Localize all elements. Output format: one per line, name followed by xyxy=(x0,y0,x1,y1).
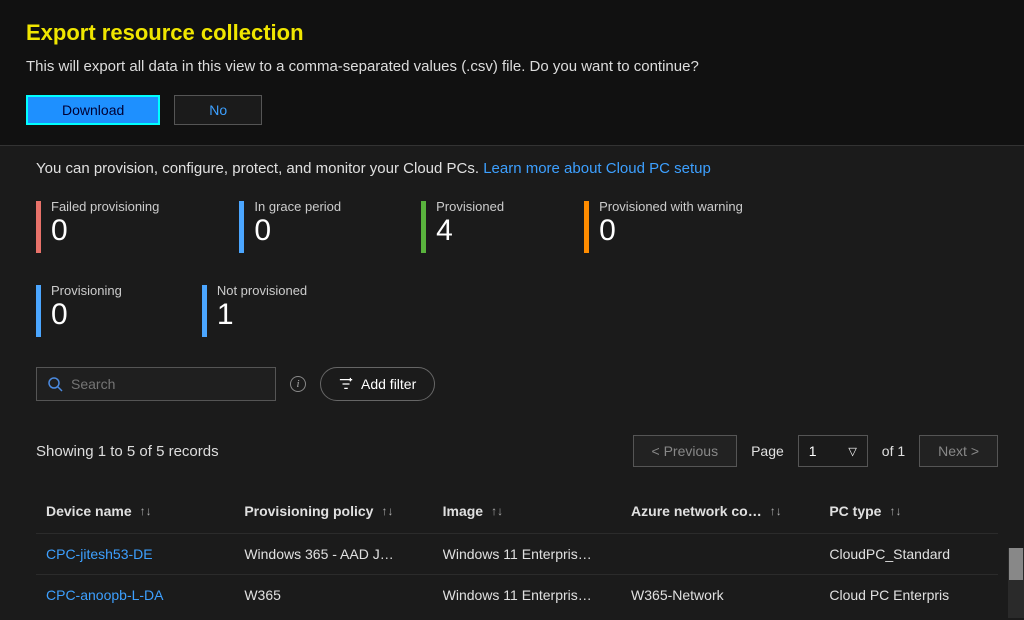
page-select[interactable]: 1 ▽ xyxy=(798,435,868,467)
page-label: Page xyxy=(751,443,784,459)
stat-label: Failed provisioning xyxy=(51,199,159,214)
page-value: 1 xyxy=(809,443,817,459)
main-panel: You can provision, configure, protect, a… xyxy=(0,146,1024,615)
pager-row: Showing 1 to 5 of 5 records < Previous P… xyxy=(36,435,998,467)
pager: < Previous Page 1 ▽ of 1 Next > xyxy=(633,435,998,467)
table-row[interactable]: CPC-anoopb-L-DA W365 Windows 11 Enterpri… xyxy=(36,574,998,615)
stats-row-1: Failed provisioning 0 In grace period 0 … xyxy=(36,199,998,253)
device-link[interactable]: CPC-jitesh53-DE xyxy=(46,546,153,562)
th-image[interactable]: Image ↑↓ xyxy=(443,503,631,519)
th-label: PC type xyxy=(829,503,881,519)
scrollbar[interactable] xyxy=(1008,548,1024,618)
table-body: CPC-jitesh53-DE Windows 365 - AAD J… Win… xyxy=(36,533,998,615)
th-provisioning-policy[interactable]: Provisioning policy ↑↓ xyxy=(244,503,442,519)
stat-provisioned[interactable]: Provisioned 4 xyxy=(421,199,504,253)
no-button[interactable]: No xyxy=(174,95,262,125)
stat-bar-icon xyxy=(584,201,589,253)
cell-image: Windows 11 Enterpris… xyxy=(443,587,631,603)
cell-pctype: Cloud PC Enterpris xyxy=(829,587,988,603)
dialog-buttons: Download No xyxy=(26,95,998,125)
sort-icon: ↑↓ xyxy=(491,504,503,518)
add-filter-button[interactable]: Add filter xyxy=(320,367,435,401)
cell-image: Windows 11 Enterpris… xyxy=(443,546,631,562)
scrollbar-thumb[interactable] xyxy=(1009,548,1023,580)
stat-label: Provisioning xyxy=(51,283,122,298)
stat-bar-icon xyxy=(239,201,244,253)
stat-label: Provisioned with warning xyxy=(599,199,743,214)
info-prefix: You can provision, configure, protect, a… xyxy=(36,160,483,177)
stat-bar-icon xyxy=(202,285,207,337)
stat-label: Not provisioned xyxy=(217,283,307,298)
stat-label: Provisioned xyxy=(436,199,504,214)
filter-row: i Add filter xyxy=(36,367,998,401)
stat-label: In grace period xyxy=(254,199,341,214)
stat-in-grace-period[interactable]: In grace period 0 xyxy=(239,199,341,253)
cell-network xyxy=(631,546,829,562)
cell-network: W365-Network xyxy=(631,587,829,603)
filter-icon xyxy=(339,377,353,391)
dialog-title: Export resource collection xyxy=(26,20,998,46)
stat-failed-provisioning[interactable]: Failed provisioning 0 xyxy=(36,199,159,253)
stat-bar-icon xyxy=(36,285,41,337)
th-device-name[interactable]: Device name ↑↓ xyxy=(46,503,244,519)
add-filter-label: Add filter xyxy=(361,376,416,392)
stat-count: 0 xyxy=(599,216,743,246)
stat-count: 0 xyxy=(51,300,122,330)
sort-icon: ↑↓ xyxy=(889,504,901,518)
search-input[interactable] xyxy=(71,376,265,392)
th-label: Azure network co… xyxy=(631,503,762,519)
stat-provisioning[interactable]: Provisioning 0 xyxy=(36,283,122,337)
th-pc-type[interactable]: PC type ↑↓ xyxy=(829,503,988,519)
prev-button[interactable]: < Previous xyxy=(633,435,738,467)
table-header: Device name ↑↓ Provisioning policy ↑↓ Im… xyxy=(36,489,998,533)
export-dialog: Export resource collection This will exp… xyxy=(0,0,1024,146)
stats-row-2: Provisioning 0 Not provisioned 1 xyxy=(36,283,998,337)
sort-icon: ↑↓ xyxy=(381,504,393,518)
stat-bar-icon xyxy=(421,201,426,253)
th-azure-network[interactable]: Azure network co… ↑↓ xyxy=(631,503,829,519)
search-box[interactable] xyxy=(36,367,276,401)
device-link[interactable]: CPC-anoopb-L-DA xyxy=(46,587,164,603)
stat-count: 0 xyxy=(51,216,159,246)
chevron-down-icon: ▽ xyxy=(848,445,856,458)
dialog-text: This will export all data in this view t… xyxy=(26,58,998,75)
next-button[interactable]: Next > xyxy=(919,435,998,467)
sort-icon: ↑↓ xyxy=(140,504,152,518)
stat-bar-icon xyxy=(36,201,41,253)
of-text: of 1 xyxy=(882,443,905,459)
device-table: Device name ↑↓ Provisioning policy ↑↓ Im… xyxy=(36,489,998,615)
stat-not-provisioned[interactable]: Not provisioned 1 xyxy=(202,283,307,337)
table-row[interactable]: CPC-jitesh53-DE Windows 365 - AAD J… Win… xyxy=(36,533,998,574)
th-label: Provisioning policy xyxy=(244,503,373,519)
stat-count: 4 xyxy=(436,216,504,246)
info-icon[interactable]: i xyxy=(290,376,306,392)
th-label: Image xyxy=(443,503,483,519)
info-text: You can provision, configure, protect, a… xyxy=(36,160,998,177)
cell-pctype: CloudPC_Standard xyxy=(829,546,988,562)
download-button[interactable]: Download xyxy=(26,95,160,125)
records-text: Showing 1 to 5 of 5 records xyxy=(36,443,633,460)
search-icon xyxy=(47,376,63,392)
stat-count: 0 xyxy=(254,216,341,246)
stat-provisioned-with-warning[interactable]: Provisioned with warning 0 xyxy=(584,199,743,253)
sort-icon: ↑↓ xyxy=(770,504,782,518)
cell-policy: W365 xyxy=(244,587,442,603)
cell-policy: Windows 365 - AAD J… xyxy=(244,546,442,562)
stat-count: 1 xyxy=(217,300,307,330)
learn-more-link[interactable]: Learn more about Cloud PC setup xyxy=(483,160,711,177)
th-label: Device name xyxy=(46,503,132,519)
